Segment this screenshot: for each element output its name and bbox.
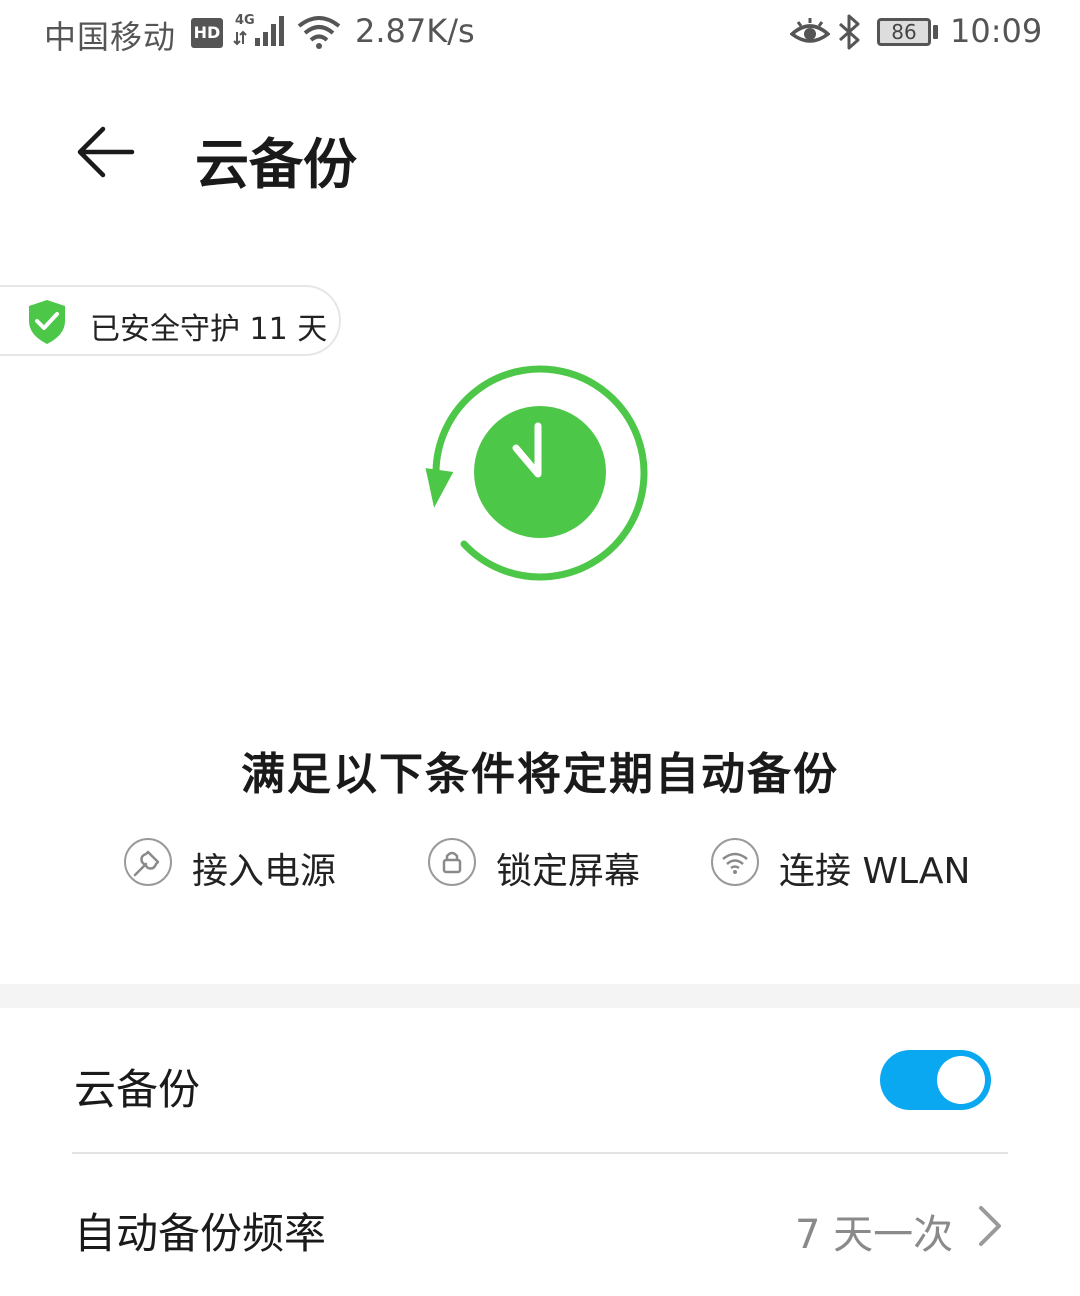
hd-icon: HD xyxy=(191,18,223,48)
cloud-backup-toggle[interactable] xyxy=(880,1050,991,1110)
condition-label: 接入电源 xyxy=(192,851,337,892)
wifi-status-icon xyxy=(297,14,341,58)
protection-badge: 已安全守护 11 天 xyxy=(0,285,341,356)
clock-time: 10:09 xyxy=(950,12,1043,50)
screen: 中国移动 HD 4G 2.87K/s 86 10:09 云备份 已安全守护 11… xyxy=(0,0,1080,1296)
cloud-backup-label: 云备份 xyxy=(74,1065,201,1114)
conditions-title: 满足以下条件将定期自动备份 xyxy=(241,749,839,800)
page-title: 云备份 xyxy=(195,133,357,196)
protection-days-text: 已安全守护 11 天 xyxy=(90,312,328,347)
lock-icon xyxy=(428,838,476,886)
condition-label: 锁定屏幕 xyxy=(496,851,641,892)
network-speed: 2.87K/s xyxy=(355,12,475,50)
shield-check-icon xyxy=(27,299,67,349)
condition-label: 连接 WLAN xyxy=(779,851,971,892)
backup-frequency-value: 7 天一次 xyxy=(795,1212,954,1258)
battery-tip xyxy=(933,25,938,39)
battery-icon: 86 xyxy=(877,18,931,46)
svg-text:4G: 4G xyxy=(235,13,255,28)
wifi-icon xyxy=(711,838,759,886)
arrow-left-icon xyxy=(77,126,135,178)
signal-icon: 4G xyxy=(233,10,289,58)
eye-comfort-icon xyxy=(789,16,831,58)
row-divider xyxy=(72,1152,1008,1154)
carrier-name: 中国移动 xyxy=(44,18,177,56)
back-button[interactable] xyxy=(70,115,150,195)
toggle-knob xyxy=(937,1056,985,1104)
bluetooth-icon xyxy=(836,12,864,60)
power-plug-icon xyxy=(124,838,172,886)
chevron-right-icon xyxy=(975,1204,1005,1252)
backup-frequency-label: 自动备份频率 xyxy=(74,1209,327,1258)
backup-clock-icon xyxy=(420,352,660,592)
status-bar: 中国移动 HD 4G 2.87K/s 86 10:09 xyxy=(0,0,1080,70)
section-divider xyxy=(0,984,1080,1008)
